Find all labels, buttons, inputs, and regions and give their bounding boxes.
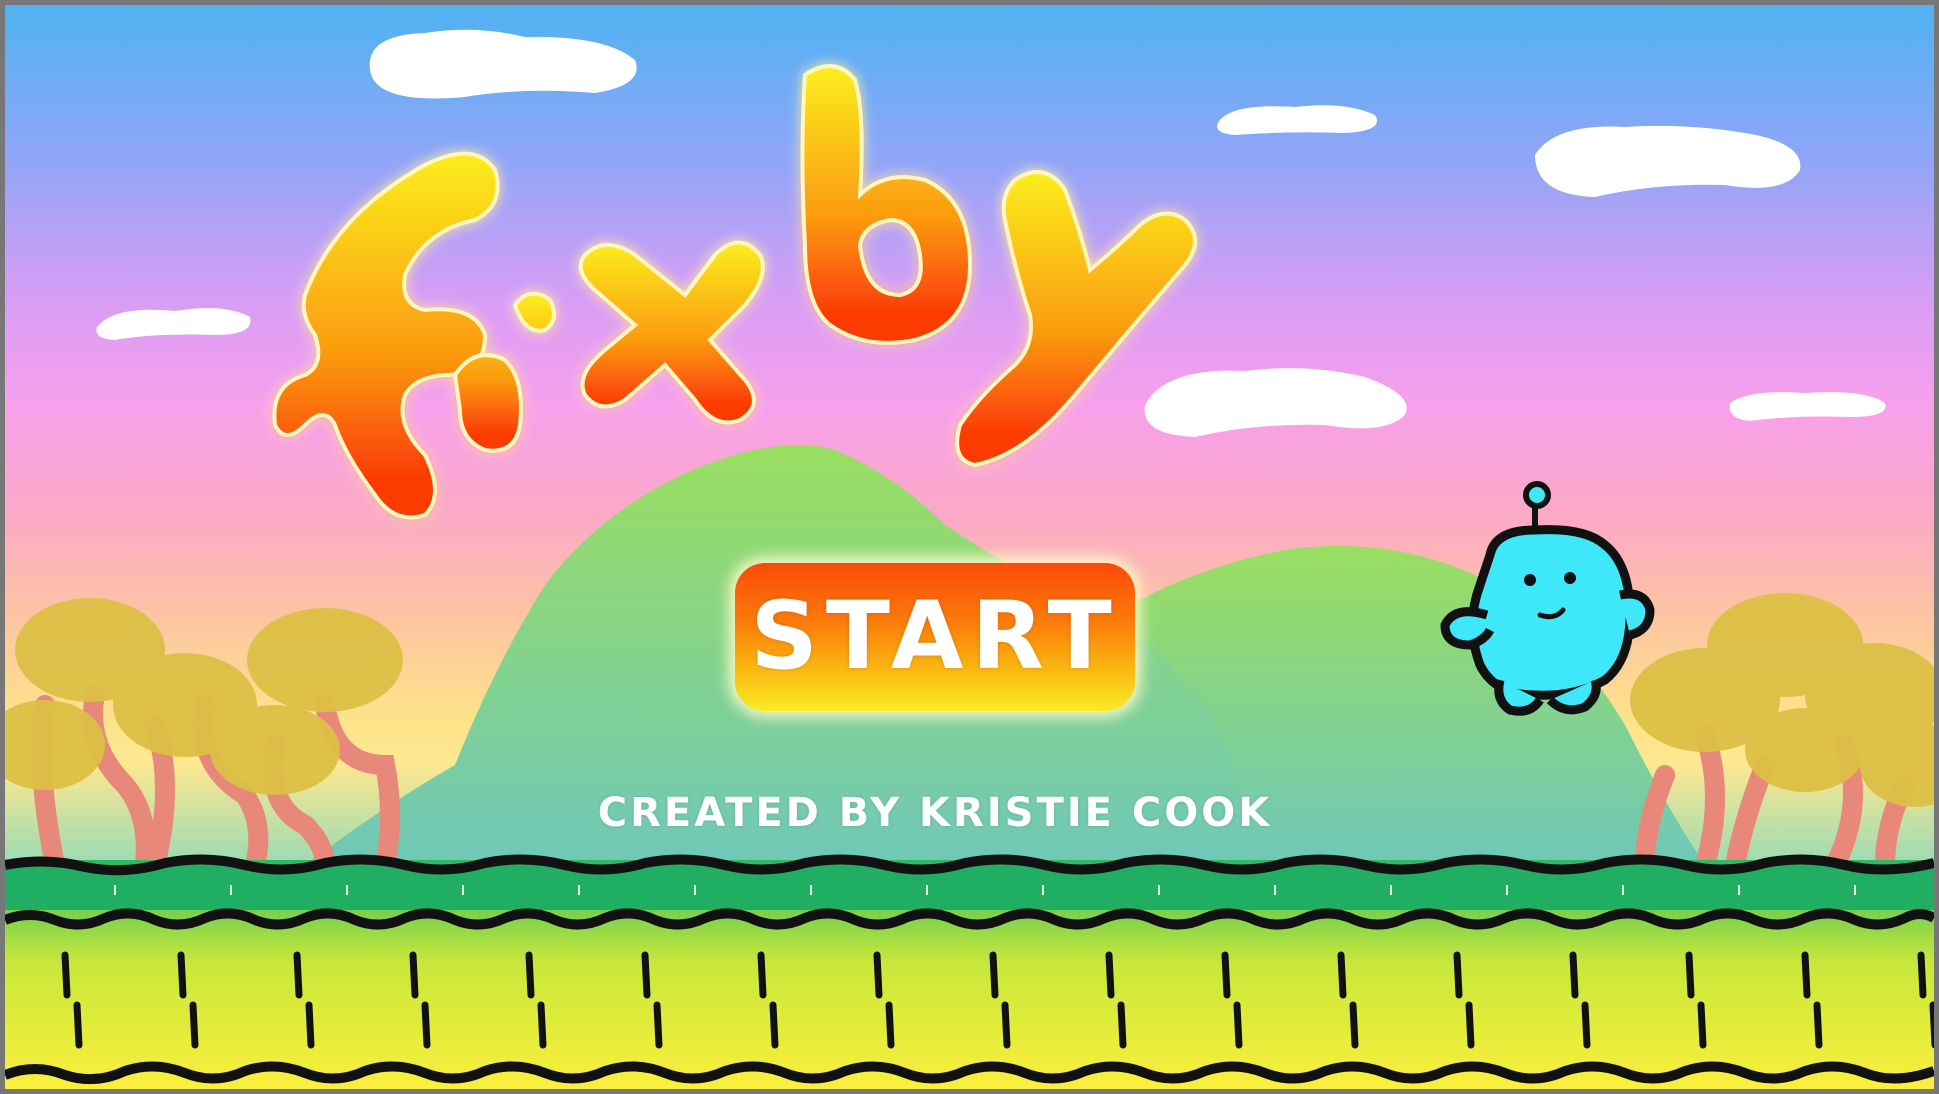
ground-tick	[989, 951, 999, 999]
ground-tick	[537, 1001, 547, 1049]
ground-tick	[1581, 1001, 1591, 1049]
ground-tick	[421, 1001, 431, 1049]
logo-letter-b	[800, 64, 973, 345]
tree-canopy	[210, 705, 340, 795]
ground-tick	[1917, 951, 1927, 999]
logo-letter-f	[272, 151, 500, 520]
ground-tick	[1685, 951, 1695, 999]
ground-tick	[177, 951, 187, 999]
fixby-logo	[272, 64, 1197, 520]
ground-tick	[1337, 951, 1347, 999]
ground-tick	[1453, 951, 1463, 999]
ground-tick	[1117, 1001, 1127, 1049]
tree-canopy	[247, 608, 403, 712]
start-button-label: START	[750, 582, 1120, 691]
ground-tick	[1221, 951, 1231, 999]
cloud-icon	[1144, 368, 1407, 437]
ground-tick	[1233, 1001, 1243, 1049]
ground-tick	[1001, 1001, 1011, 1049]
ground-tick	[61, 951, 71, 999]
credit-text: CREATED BY KRISTIE COOK	[597, 790, 1273, 836]
game-canvas[interactable]: fixby START CREATED BY KRISTIE COOK	[5, 5, 1934, 1089]
ground-tick	[525, 951, 535, 999]
ground-tick	[73, 1001, 83, 1049]
background-scene	[5, 29, 1934, 1089]
left-trees	[5, 598, 403, 875]
cloud-icon	[1217, 105, 1377, 135]
cloud-icon	[96, 308, 251, 340]
ground-tick	[653, 1001, 663, 1049]
ground-tick	[1813, 1001, 1823, 1049]
cloud-icon	[369, 29, 637, 99]
ground-tick	[885, 1001, 895, 1049]
ground-tick	[409, 951, 419, 999]
ground-tick	[1105, 951, 1115, 999]
ground-tick	[769, 1001, 779, 1049]
cloud-icon	[1535, 125, 1801, 197]
ground-tick	[1697, 1001, 1707, 1049]
ground-tick	[1465, 1001, 1475, 1049]
ground-tick	[1569, 951, 1579, 999]
start-button[interactable]: START	[735, 563, 1135, 711]
ground-tick	[189, 1001, 199, 1049]
logo-letter-x	[578, 240, 765, 425]
ground-tick	[1349, 1001, 1359, 1049]
ground-tick	[1801, 951, 1811, 999]
cloud-icon	[1729, 392, 1886, 421]
ground	[5, 854, 1934, 1089]
ground-tick	[873, 951, 883, 999]
ground-tick	[293, 951, 303, 999]
ground-tick	[1929, 1001, 1934, 1049]
ground-tick	[305, 1001, 315, 1049]
ground-tick	[641, 951, 651, 999]
tree-canopy	[1745, 708, 1865, 792]
ground-tick	[757, 951, 767, 999]
